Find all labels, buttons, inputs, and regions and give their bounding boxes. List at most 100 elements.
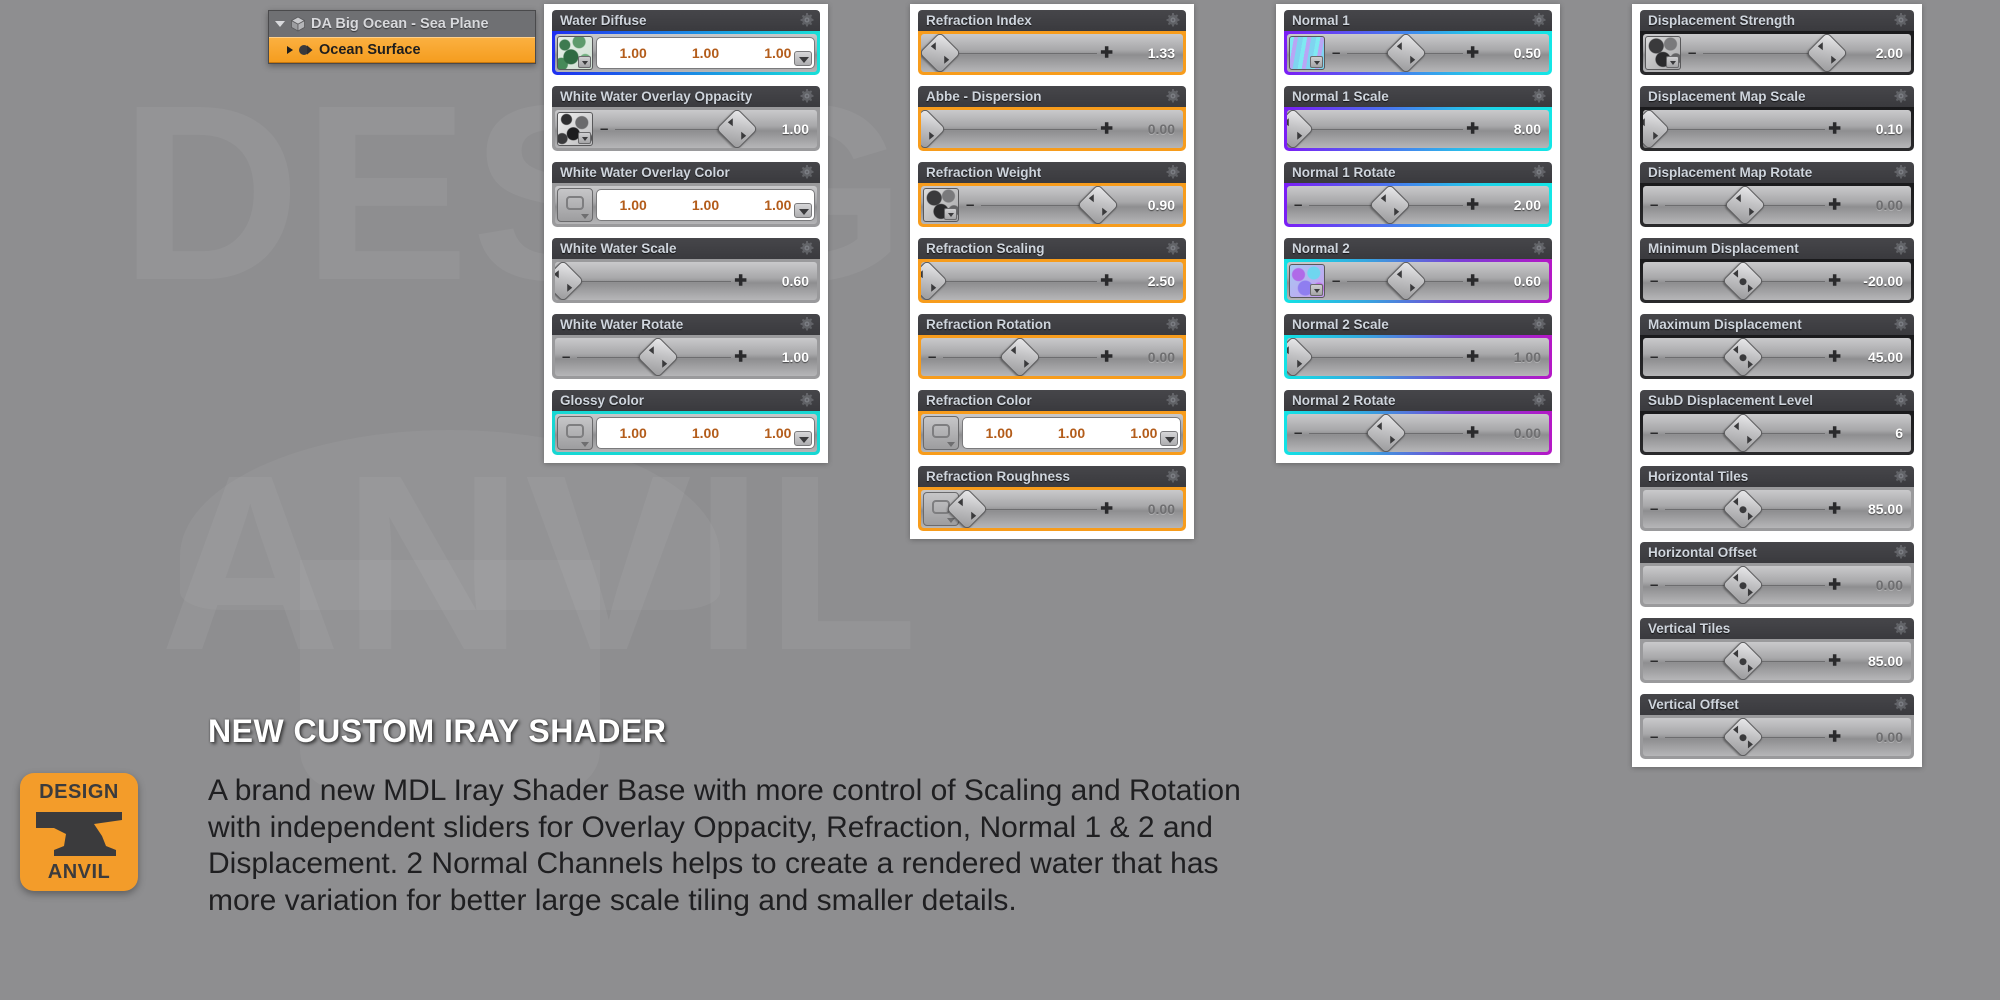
slider-decrement-icon[interactable]: –	[1650, 274, 1658, 289]
slider-handle[interactable]	[1721, 338, 1764, 376]
slider-increment-icon[interactable]: ✚	[1466, 46, 1479, 61]
gear-icon[interactable]	[1532, 165, 1546, 179]
slider-decrement-icon[interactable]: –	[1650, 502, 1658, 517]
water-texture-thumbnail[interactable]	[557, 36, 593, 70]
gear-icon[interactable]	[1166, 393, 1180, 407]
slider-value[interactable]: -20.00	[1855, 273, 1911, 289]
rgb-value-field[interactable]: 1.00 1.00 1.00	[596, 417, 815, 449]
gear-icon[interactable]	[1894, 13, 1908, 27]
rgb-value-field[interactable]: 1.00 1.00 1.00	[596, 189, 815, 221]
slider-decrement-icon[interactable]: –	[966, 198, 974, 213]
slider-handle[interactable]	[1723, 186, 1766, 224]
thumbnail-dropdown-caret-icon[interactable]	[1310, 284, 1323, 296]
slider-track[interactable]: –✚	[1643, 262, 1855, 300]
normal-map-1-thumbnail[interactable]	[1289, 36, 1325, 70]
slider-track[interactable]: –✚	[1287, 338, 1493, 376]
triangle-right-icon[interactable]	[287, 46, 293, 54]
slider-track[interactable]: –✚	[555, 338, 761, 376]
slider-track[interactable]: –✚	[1643, 718, 1855, 756]
slider-decrement-icon[interactable]: –	[1332, 274, 1340, 289]
slider-value[interactable]: 0.50	[1493, 45, 1549, 61]
slider-decrement-icon[interactable]: –	[1650, 654, 1658, 669]
gear-icon[interactable]	[1166, 89, 1180, 103]
rgb-dropdown-caret-icon[interactable]	[794, 431, 812, 446]
foam-texture-thumbnail[interactable]	[557, 112, 593, 146]
slider-handle[interactable]	[1287, 338, 1315, 376]
slider-handle[interactable]	[1721, 718, 1764, 756]
slider-track[interactable]: –✚	[921, 338, 1127, 376]
rgb-value-field[interactable]: 1.00 1.00 1.00	[596, 37, 815, 69]
slider-track[interactable]: ✚	[921, 262, 1127, 300]
slider-decrement-icon[interactable]: –	[1650, 198, 1658, 213]
slider-handle[interactable]	[1721, 642, 1764, 680]
slider-increment-icon[interactable]: ✚	[1100, 274, 1113, 289]
slider-increment-icon[interactable]: ✚	[1828, 426, 1841, 441]
gear-icon[interactable]	[1894, 697, 1908, 711]
slider-handle[interactable]	[921, 262, 949, 300]
slider-decrement-icon[interactable]: –	[600, 122, 608, 137]
slider-decrement-icon[interactable]: –	[1294, 198, 1302, 213]
slider-value[interactable]: 0.00	[1127, 121, 1183, 137]
gear-icon[interactable]	[1894, 393, 1908, 407]
gear-icon[interactable]	[1166, 469, 1180, 483]
thumbnail-dropdown-caret-icon[interactable]	[578, 56, 591, 68]
slider-value[interactable]: 85.00	[1855, 501, 1911, 517]
color-picker-button[interactable]	[557, 188, 593, 222]
slider-decrement-icon[interactable]: –	[1650, 578, 1658, 593]
gear-icon[interactable]	[800, 393, 814, 407]
thumbnail-dropdown-caret-icon[interactable]	[1310, 56, 1323, 68]
rgb-dropdown-caret-icon[interactable]	[1160, 431, 1178, 446]
slider-handle[interactable]	[998, 338, 1042, 376]
slider-increment-icon[interactable]: ✚	[1828, 730, 1841, 745]
slider-handle[interactable]	[1384, 262, 1427, 300]
slider-increment-icon[interactable]: ✚	[1100, 122, 1113, 137]
color-dropdown-caret-icon[interactable]	[581, 442, 589, 447]
slider-handle[interactable]	[1721, 414, 1764, 452]
slider-handle[interactable]	[1384, 34, 1427, 72]
slider-increment-icon[interactable]: ✚	[1100, 46, 1113, 61]
slider-track[interactable]: –✚	[1325, 34, 1493, 72]
gear-icon[interactable]	[1894, 89, 1908, 103]
gear-icon[interactable]	[1894, 317, 1908, 331]
slider-increment-icon[interactable]: ✚	[1828, 274, 1841, 289]
slider-track[interactable]: –	[593, 110, 761, 148]
scene-tree-item-ocean-surface[interactable]: Ocean Surface	[269, 37, 535, 63]
slider-increment-icon[interactable]: ✚	[1100, 350, 1113, 365]
slider-decrement-icon[interactable]: –	[1650, 350, 1658, 365]
slider-value[interactable]: 0.00	[1855, 729, 1911, 745]
slider-increment-icon[interactable]: ✚	[1828, 122, 1841, 137]
slider-value[interactable]: 0.00	[1855, 577, 1911, 593]
gear-icon[interactable]	[1166, 165, 1180, 179]
triangle-down-icon[interactable]	[275, 21, 285, 27]
slider-increment-icon[interactable]: ✚	[1828, 578, 1841, 593]
slider-value[interactable]: 0.60	[761, 273, 817, 289]
slider-increment-icon[interactable]: ✚	[1828, 502, 1841, 517]
slider-increment-icon[interactable]: ✚	[1466, 350, 1479, 365]
slider-value[interactable]: 45.00	[1855, 349, 1911, 365]
slider-increment-icon[interactable]: ✚	[1828, 350, 1841, 365]
thumbnail-dropdown-caret-icon[interactable]	[1666, 56, 1679, 68]
slider-value[interactable]: 2.00	[1855, 45, 1911, 61]
slider-value[interactable]: 1.33	[1127, 45, 1183, 61]
gear-icon[interactable]	[1894, 165, 1908, 179]
slider-value[interactable]: 1.00	[1493, 349, 1549, 365]
slider-value[interactable]: 0.10	[1855, 121, 1911, 137]
gear-icon[interactable]	[1166, 13, 1180, 27]
slider-value[interactable]: 0.00	[1855, 197, 1911, 213]
slider-value[interactable]: 0.00	[1127, 501, 1183, 517]
slider-value[interactable]: 85.00	[1855, 653, 1911, 669]
slider-handle[interactable]	[921, 110, 947, 148]
slider-increment-icon[interactable]: ✚	[1466, 122, 1479, 137]
slider-track[interactable]: –✚	[1643, 566, 1855, 604]
slider-increment-icon[interactable]: ✚	[1828, 198, 1841, 213]
normal-map-2-thumbnail[interactable]	[1289, 264, 1325, 298]
thumbnail-dropdown-caret-icon[interactable]	[944, 208, 957, 220]
slider-track[interactable]: –✚	[1643, 338, 1855, 376]
slider-handle[interactable]	[1287, 110, 1315, 148]
slider-value[interactable]: 6	[1855, 425, 1911, 441]
rgb-value-field[interactable]: 1.00 1.00 1.00	[962, 417, 1181, 449]
slider-decrement-icon[interactable]: –	[1294, 426, 1302, 441]
color-picker-button[interactable]	[923, 416, 959, 450]
slider-value[interactable]: 0.00	[1127, 349, 1183, 365]
slider-decrement-icon[interactable]: –	[1650, 426, 1658, 441]
